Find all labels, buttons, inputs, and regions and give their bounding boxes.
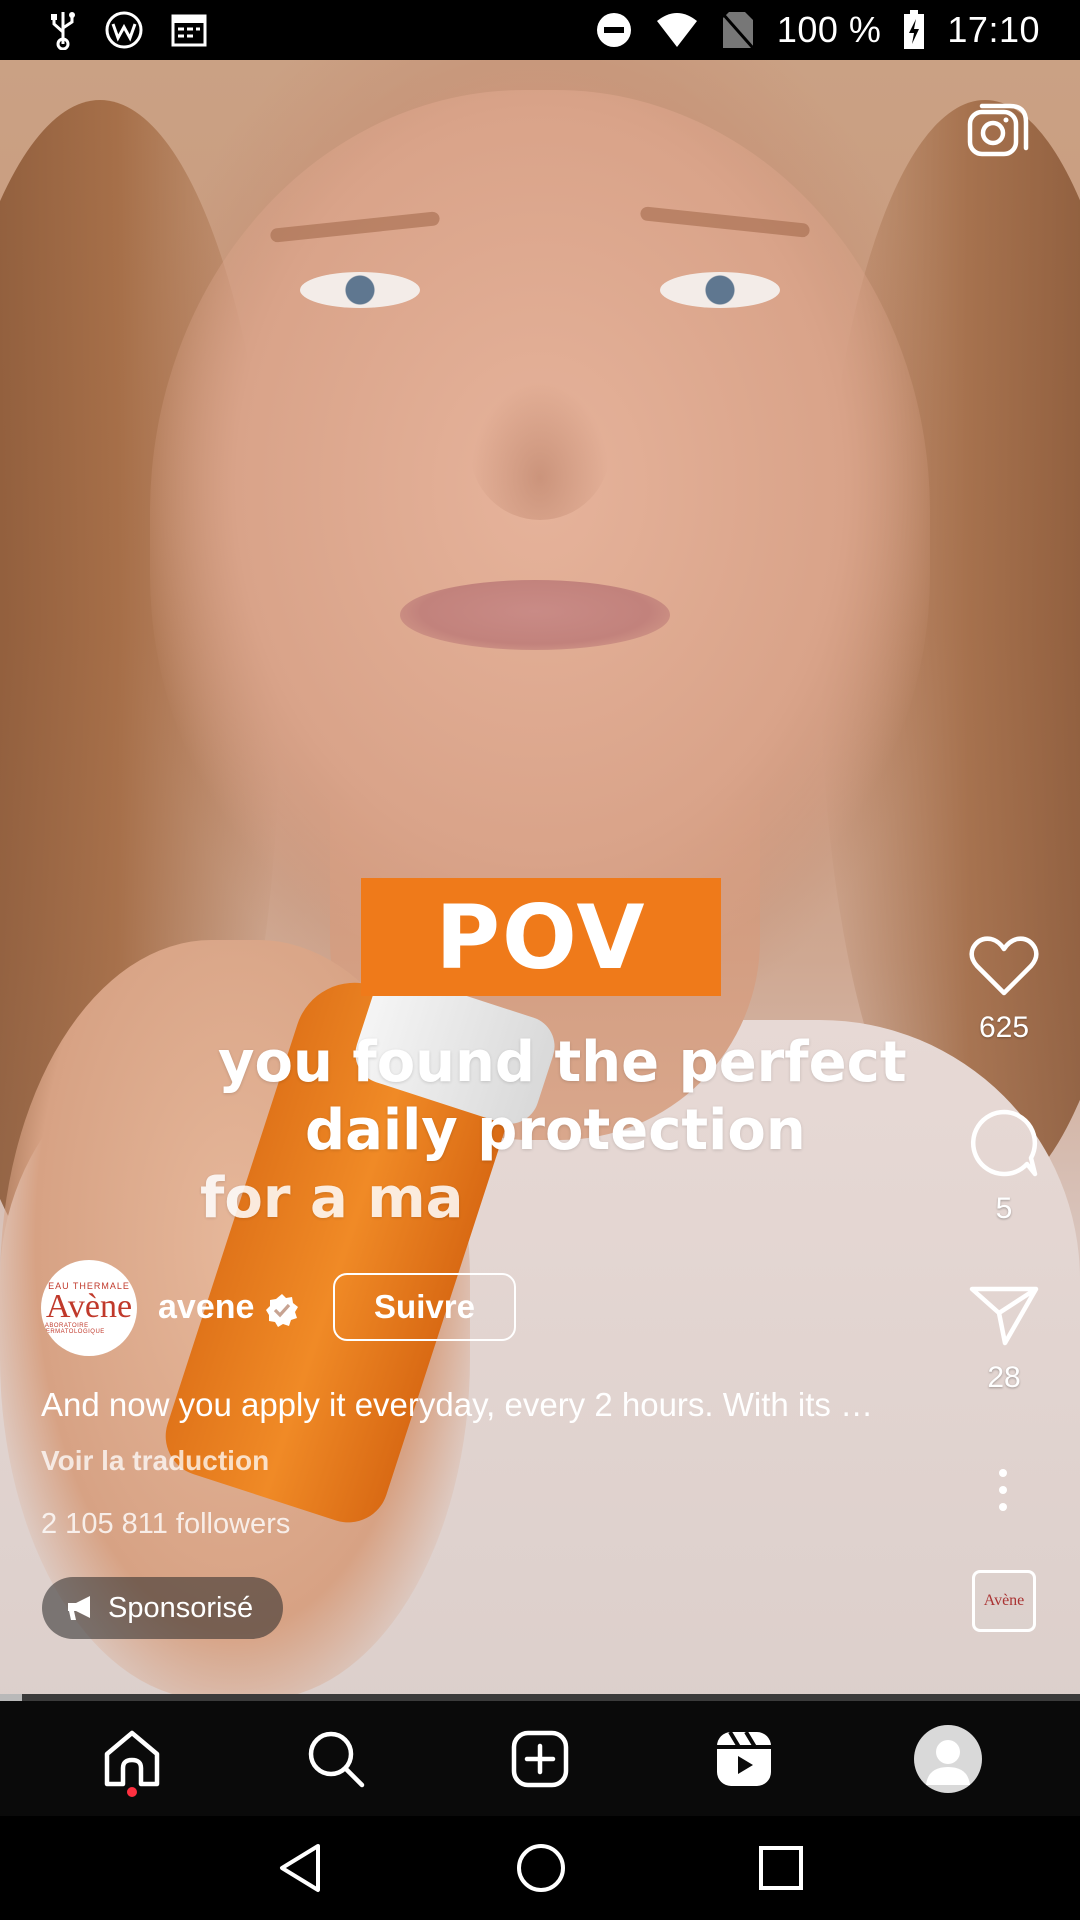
verified-badge-icon (266, 1294, 298, 1327)
create-icon (511, 1730, 569, 1787)
overlay-line-3: for a ma (200, 1166, 464, 1231)
profile-avatar (914, 1724, 982, 1793)
post-caption[interactable]: And now you apply it everyday, every 2 h… (41, 1386, 941, 1424)
home-icon (104, 1730, 160, 1786)
comment-icon[interactable] (969, 1108, 1039, 1178)
audio-thumbnail-text: Avène (983, 1592, 1025, 1609)
vpn-icon (105, 11, 143, 49)
video-lips (400, 580, 670, 650)
avatar-brand-text: Avène (45, 1288, 133, 1325)
default-user-icon (926, 1739, 970, 1785)
usb-icon (51, 12, 75, 50)
video-progress-fill (0, 1694, 22, 1701)
no-sim-icon (721, 12, 754, 49)
wifi-icon (656, 13, 697, 47)
comment-action[interactable]: 5 (961, 1108, 1047, 1226)
followers-count: 2 105 811 followers (41, 1508, 291, 1540)
video-left-eye (300, 272, 420, 308)
heart-icon[interactable] (969, 935, 1039, 997)
back-icon[interactable] (276, 1842, 324, 1894)
sponsored-badge[interactable]: Sponsorisé (42, 1577, 284, 1639)
system-navigation (0, 1816, 1080, 1920)
megaphone-icon (68, 1596, 90, 1620)
overlay-line-1: you found the perfect (218, 1030, 907, 1095)
comment-count: 5 (995, 1192, 1013, 1225)
like-action[interactable]: 625 (961, 935, 1047, 1045)
share-count: 28 (987, 1361, 1021, 1394)
nav-profile[interactable] (908, 1719, 988, 1799)
author-avatar[interactable]: EAU THERMALE Avène LABORATOIRE DERMATOLO… (41, 1260, 137, 1356)
battery-charging-icon (904, 10, 925, 49)
overlay-line-2: daily protection (305, 1098, 806, 1163)
overlay-pov-box: POV (361, 878, 721, 996)
video-progress-bar[interactable] (0, 1694, 1080, 1701)
follow-button[interactable]: Suivre (333, 1273, 516, 1341)
status-left (48, 10, 208, 50)
do-not-disturb-icon (596, 13, 631, 47)
reels-icon (717, 1730, 771, 1786)
home-notification-dot (127, 1786, 137, 1797)
recents-icon[interactable] (758, 1845, 804, 1891)
clock: 17:10 (947, 9, 1040, 50)
camera-icon[interactable] (966, 100, 1032, 166)
see-translation-link[interactable]: Voir la traduction (41, 1445, 269, 1477)
bottom-navigation (0, 1701, 1080, 1816)
author-username[interactable]: avene (158, 1288, 254, 1327)
video-face (150, 90, 930, 970)
avatar-sub-text: LABORATOIRE DERMATOLOGIQUE (41, 1323, 105, 1335)
overlay-pov-text: POV (435, 885, 647, 989)
status-right: 100 % 17:10 (595, 9, 1040, 51)
video-right-eye (660, 272, 780, 308)
nav-create[interactable] (500, 1719, 580, 1799)
more-options-icon[interactable] (993, 1468, 1013, 1512)
calendar-icon (171, 14, 207, 47)
battery-percent: 100 % (776, 9, 882, 50)
share-action[interactable]: 28 (961, 1285, 1047, 1395)
audio-thumbnail[interactable]: Avène (972, 1570, 1036, 1632)
nav-reels[interactable] (704, 1719, 784, 1799)
like-count: 625 (978, 1011, 1030, 1044)
status-bar: 100 % 17:10 (0, 0, 1080, 60)
send-icon[interactable] (969, 1285, 1039, 1347)
nav-search[interactable] (296, 1719, 376, 1799)
video-nose (470, 380, 610, 520)
home-circle-icon[interactable] (515, 1842, 567, 1894)
sponsored-label: Sponsorisé (108, 1591, 254, 1624)
search-icon (308, 1731, 365, 1787)
nav-home[interactable] (92, 1719, 172, 1799)
